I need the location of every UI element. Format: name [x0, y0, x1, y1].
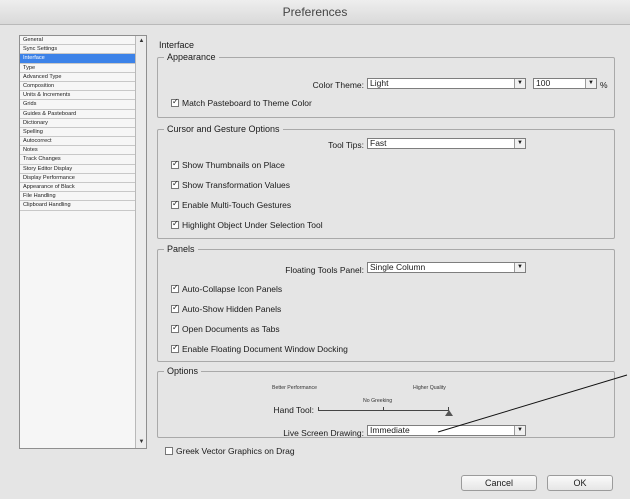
chevron-down-icon: ▼	[514, 426, 525, 435]
multi-touch-checkbox[interactable]: Enable Multi-Touch Gestures	[171, 199, 292, 210]
floating-tools-value: Single Column	[370, 262, 426, 272]
show-thumbnails-checkbox[interactable]: Show Thumbnails on Place	[171, 159, 285, 170]
theme-brightness-value: 100	[536, 78, 551, 88]
appearance-legend: Appearance	[167, 52, 216, 62]
sidebar-item-notes[interactable]: Notes	[20, 146, 136, 156]
slider-tick	[318, 407, 319, 411]
hand-tool-slider-thumb[interactable]	[445, 410, 453, 416]
options-legend: Options	[167, 366, 199, 376]
enable-docking-checkbox[interactable]: Enable Floating Document Window Docking	[171, 343, 348, 354]
checkbox-icon[interactable]	[171, 97, 179, 107]
better-performance-label: Better Performance	[272, 385, 317, 391]
highlight-object-checkbox[interactable]: Highlight Object Under Selection Tool	[171, 219, 323, 230]
open-tabs-checkbox[interactable]: Open Documents as Tabs	[171, 323, 280, 334]
tool-tips-label: Tool Tips:	[328, 140, 364, 150]
live-drawing-label: Live Screen Drawing:	[283, 428, 364, 438]
floating-tools-select[interactable]: Single Column ▼	[367, 262, 526, 273]
live-drawing-select[interactable]: Immediate ▼	[367, 425, 526, 436]
auto-show-checkbox[interactable]: Auto-Show Hidden Panels	[171, 303, 282, 314]
sidebar-item-appearance-of-black[interactable]: Appearance of Black	[20, 183, 136, 193]
sidebar-item-file-handling[interactable]: File Handling	[20, 192, 136, 202]
checkbox-icon[interactable]	[171, 323, 179, 333]
brightness-unit: %	[600, 80, 608, 90]
color-theme-value: Light	[370, 78, 389, 88]
greek-vector-checkbox[interactable]: Greek Vector Graphics on Drag	[165, 446, 295, 456]
checkbox-icon[interactable]	[171, 343, 179, 353]
highlight-object-label: Highlight Object Under Selection Tool	[182, 220, 323, 230]
checkbox-icon[interactable]	[171, 179, 179, 189]
show-transformation-checkbox[interactable]: Show Transformation Values	[171, 179, 291, 190]
theme-brightness-select[interactable]: 100 ▼	[533, 78, 597, 89]
open-tabs-label: Open Documents as Tabs	[182, 324, 280, 334]
sidebar-scrollbar[interactable]: ▲ ▼	[135, 36, 146, 448]
tool-tips-select[interactable]: Fast ▼	[367, 138, 526, 149]
checkbox-icon[interactable]	[171, 283, 179, 293]
sidebar-item-advanced-type[interactable]: Advanced Type	[20, 73, 136, 82]
auto-collapse-checkbox[interactable]: Auto-Collapse Icon Panels	[171, 283, 283, 294]
sidebar-item-composition[interactable]: Composition	[20, 82, 136, 92]
tool-tips-value: Fast	[370, 138, 387, 148]
sidebar-item-spelling[interactable]: Spelling	[20, 128, 136, 138]
slider-tick	[383, 407, 384, 411]
chevron-down-icon: ▼	[585, 79, 596, 88]
chevron-down-icon: ▼	[514, 79, 525, 88]
sidebar-item-clipboard-handling[interactable]: Clipboard Handling	[20, 201, 136, 211]
greek-vector-label: Greek Vector Graphics on Drag	[176, 446, 295, 456]
higher-quality-label: Higher Quality	[413, 385, 446, 391]
page-title: Interface	[159, 40, 195, 50]
no-greeking-label: No Greeking	[363, 398, 393, 404]
sidebar-item-sync-settings[interactable]: Sync Settings	[20, 45, 136, 55]
sidebar-item-type[interactable]: Type	[20, 64, 136, 73]
scroll-up-icon[interactable]: ▲	[137, 37, 146, 46]
match-pasteboard-label: Match Pasteboard to Theme Color	[182, 98, 312, 108]
show-transformation-label: Show Transformation Values	[182, 180, 291, 190]
chevron-down-icon: ▼	[514, 139, 525, 148]
sidebar-item-autocorrect[interactable]: Autocorrect	[20, 137, 136, 147]
sidebar-item-grids[interactable]: Grids	[20, 100, 136, 110]
sidebar-item-guides-pasteboard[interactable]: Guides & Pasteboard	[20, 110, 136, 119]
live-drawing-value: Immediate	[370, 425, 410, 435]
checkbox-icon[interactable]	[171, 159, 179, 169]
preferences-sidebar[interactable]: General Sync Settings Interface Type Advance…	[19, 35, 147, 449]
sidebar-item-general[interactable]: General	[20, 36, 136, 46]
match-pasteboard-checkbox[interactable]: Match Pasteboard to Theme Color	[171, 97, 312, 108]
ok-button[interactable]: OK	[547, 475, 613, 491]
auto-show-label: Auto-Show Hidden Panels	[182, 304, 282, 314]
sidebar-item-interface[interactable]: Interface	[20, 54, 136, 64]
cancel-button[interactable]: Cancel	[461, 475, 537, 491]
sidebar-item-story-editor-display[interactable]: Story Editor Display	[20, 165, 136, 174]
checkbox-icon[interactable]	[171, 199, 179, 209]
show-thumbnails-label: Show Thumbnails on Place	[182, 160, 285, 170]
sidebar-item-track-changes[interactable]: Track Changes	[20, 155, 136, 165]
color-theme-label: Color Theme:	[312, 80, 364, 90]
floating-tools-label: Floating Tools Panel:	[285, 265, 364, 275]
category-list[interactable]: General Sync Settings Interface Type Advance…	[20, 36, 136, 211]
checkbox-icon[interactable]	[171, 303, 179, 313]
checkbox-icon[interactable]	[165, 447, 173, 455]
chevron-down-icon: ▼	[514, 263, 525, 272]
sidebar-item-display-performance[interactable]: Display Performance	[20, 174, 136, 183]
cursor-options-legend: Cursor and Gesture Options	[167, 124, 280, 134]
enable-docking-label: Enable Floating Document Window Docking	[182, 344, 348, 354]
scroll-down-icon[interactable]: ▼	[137, 438, 146, 447]
window-title: Preferences	[0, 0, 630, 25]
checkbox-icon[interactable]	[171, 219, 179, 229]
auto-collapse-label: Auto-Collapse Icon Panels	[182, 284, 283, 294]
sidebar-item-units-increments[interactable]: Units & Increments	[20, 91, 136, 101]
panels-legend: Panels	[167, 244, 195, 254]
multi-touch-label: Enable Multi-Touch Gestures	[182, 200, 292, 210]
color-theme-select[interactable]: Light ▼	[367, 78, 526, 89]
hand-tool-label: Hand Tool:	[273, 405, 314, 415]
sidebar-item-dictionary[interactable]: Dictionary	[20, 119, 136, 128]
